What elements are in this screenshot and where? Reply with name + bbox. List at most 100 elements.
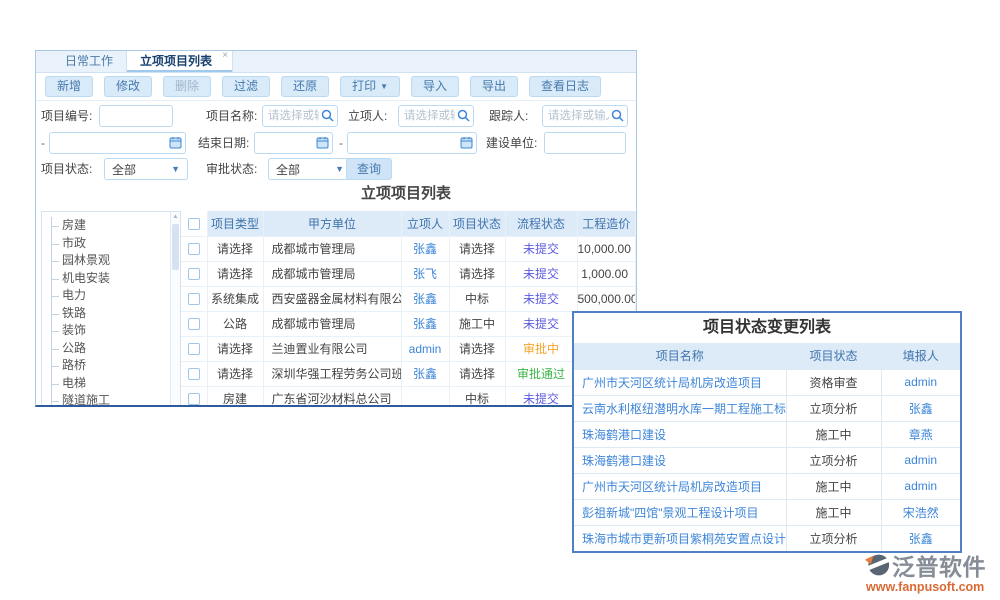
tree-item-decoration[interactable]: 装饰 [60,322,180,340]
reporter-link[interactable]: 张鑫 [909,532,933,546]
project-name-link[interactable]: 珠海鹤港口建设 [582,428,666,442]
col-header-project-name: 项目名称 [574,343,786,369]
flow-status: 审批通过 [517,367,565,381]
tree-item-electric[interactable]: 电力 [60,287,180,305]
start-date-input[interactable] [49,132,186,154]
table-row[interactable]: 请选择 成都城市管理局 张飞 请选择 未提交 1,000.00 [181,261,636,286]
search-icon[interactable] [457,109,470,122]
build-unit-input[interactable] [544,132,626,154]
project-no-input[interactable] [99,105,173,127]
table-row[interactable]: 请选择 成都城市管理局 张鑫 请选择 未提交 10,000.00 [181,236,636,261]
row-checkbox[interactable] [188,293,200,305]
creator-link[interactable]: 张飞 [413,267,437,281]
project-name-link[interactable]: 云南水利枢纽潜明水库一期工程施工标 [582,402,786,416]
row-checkbox[interactable] [188,268,200,280]
table-row[interactable]: 请选择 兰迪置业有限公司 admin 请选择 审批中 [181,336,636,361]
flow-status: 未提交 [523,317,559,331]
select-all-checkbox[interactable] [188,218,200,230]
creator-link[interactable]: 张鑫 [413,367,437,381]
flow-status: 未提交 [523,242,559,256]
status-row[interactable]: 珠海鹤港口建设 施工中 章燕 [574,421,960,447]
tree-item-bridge[interactable]: 路桥 [60,357,180,375]
calendar-icon[interactable] [169,136,182,149]
row-checkbox[interactable] [188,368,200,380]
reporter-link[interactable]: 张鑫 [909,402,933,416]
tracker-field-wrap [542,105,628,127]
table-row[interactable]: 房建 广东省河沙材料总公司 中标 未提交 [181,386,636,407]
table-row[interactable]: 系统集成 西安盛器金属材料有限公司 张鑫 中标 未提交 500,000.00 [181,286,636,311]
query-button[interactable]: 查询 [346,158,392,180]
reporter-link[interactable]: admin [904,453,937,467]
tree-item-mechatronics[interactable]: 机电安装 [60,270,180,288]
project-name-link[interactable]: 珠海鹤港口建设 [582,454,666,468]
status-table: 项目名称 项目状态 填报人 广州市天河区统计局机房改造项目 资格审查 admin… [574,343,960,552]
reporter-link[interactable]: admin [904,479,937,493]
col-header-price: 工程造价 [577,211,636,236]
tab-project-list[interactable]: 立项项目列表 × [126,51,233,72]
filter-button[interactable]: 过滤 [222,76,270,97]
build-unit-label: 建设单位: [486,132,537,154]
creator-link[interactable]: 张鑫 [413,292,437,306]
project-name-field-wrap [262,105,338,127]
tab-bar: 日常工作 立项项目列表 × [36,51,636,73]
tab-close-icon[interactable]: × [222,51,228,61]
col-header-project-status: 项目状态 [786,343,881,369]
filter-row-1: 项目编号: 项目名称: 立项人: 跟踪人: [36,105,636,127]
row-checkbox[interactable] [188,343,200,355]
tree-item-housing[interactable]: 房建 [60,217,180,235]
status-row[interactable]: 广州市天河区统计局机房改造项目 施工中 admin [574,473,960,499]
tree-item-tunnel[interactable]: 隧道施工 [60,392,180,407]
project-name-link[interactable]: 珠海市城市更新项目紫桐苑安置点设计项目 [582,532,786,546]
flow-status: 未提交 [523,392,559,406]
status-row[interactable]: 广州市天河区统计局机房改造项目 资格审查 admin [574,369,960,395]
row-checkbox[interactable] [188,318,200,330]
tab-daily-work[interactable]: 日常工作 [52,51,126,72]
project-name-link[interactable]: 彭祖新城"四馆"景观工程设计项目 [582,506,759,520]
reporter-link[interactable]: 章燕 [909,428,933,442]
project-status-select[interactable]: 全部 ▼ [104,158,188,180]
search-icon[interactable] [611,109,624,122]
calendar-icon[interactable] [460,136,473,149]
search-icon[interactable] [321,109,334,122]
project-name-link[interactable]: 广州市天河区统计局机房改造项目 [582,376,762,390]
vendor-url[interactable]: www.fanpusoft.com [864,580,986,594]
col-header-reporter: 填报人 [881,343,960,369]
status-row[interactable]: 珠海鹤港口建设 立项分析 admin [574,447,960,473]
export-button[interactable]: 导出 [470,76,518,97]
creator-link[interactable]: 张鑫 [413,317,437,331]
col-header-type: 项目类型 [207,211,263,236]
tracker-label: 跟踪人: [489,105,528,127]
view-log-button[interactable]: 查看日志 [529,76,601,97]
end-date2-input[interactable] [347,132,477,154]
import-button[interactable]: 导入 [411,76,459,97]
restore-button[interactable]: 还原 [281,76,329,97]
table-row[interactable]: 公路 成都城市管理局 张鑫 施工中 未提交 [181,311,636,336]
reporter-link[interactable]: 宋浩然 [903,506,939,520]
col-header-status: 项目状态 [449,211,505,236]
col-header-creator: 立项人 [401,211,449,236]
print-button[interactable]: 打印 ▼ [340,76,400,97]
tree-item-municipal[interactable]: 市政 [60,235,180,253]
reporter-link[interactable]: admin [904,375,937,389]
table-row[interactable]: 请选择 深圳华强工程劳务公司班组 张鑫 请选择 审批通过 [181,361,636,386]
modify-button[interactable]: 修改 [104,76,152,97]
filter-form: 项目编号: 项目名称: 立项人: 跟踪人: [36,101,636,184]
row-checkbox[interactable] [188,393,200,405]
flow-status: 未提交 [523,292,559,306]
project-status-label: 项目状态: [41,158,92,180]
calendar-icon[interactable] [316,136,329,149]
row-checkbox[interactable] [188,243,200,255]
project-name-label: 项目名称: [206,105,257,127]
creator-link[interactable]: 张鑫 [413,242,437,256]
approval-status-select[interactable]: 全部 ▼ [268,158,352,180]
add-button[interactable]: 新增 [45,76,93,97]
status-row[interactable]: 云南水利枢纽潜明水库一期工程施工标 立项分析 张鑫 [574,395,960,421]
status-row[interactable]: 彭祖新城"四馆"景观工程设计项目 施工中 宋浩然 [574,499,960,525]
tree-item-landscape[interactable]: 园林景观 [60,252,180,270]
project-name-link[interactable]: 广州市天河区统计局机房改造项目 [582,480,762,494]
delete-button[interactable]: 删除 [163,76,211,97]
tree-item-railway[interactable]: 铁路 [60,305,180,323]
creator-link[interactable]: admin [409,342,442,356]
tree-item-elevator[interactable]: 电梯 [60,375,180,393]
tree-item-highway[interactable]: 公路 [60,340,180,358]
